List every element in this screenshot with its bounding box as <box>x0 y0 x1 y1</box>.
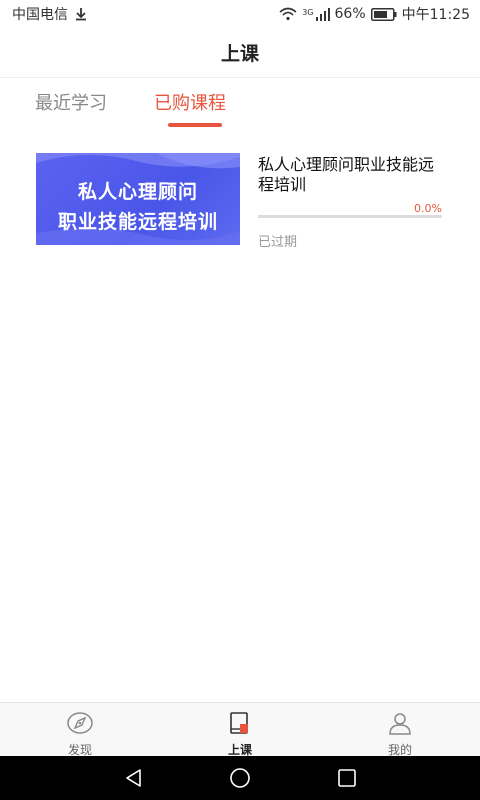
page-header: 上课 <box>0 28 480 78</box>
thumbnail-title-line-2: 职业技能远程培训 <box>57 211 218 233</box>
course-status: 已过期 <box>258 235 298 250</box>
battery-percent: 66% <box>334 6 366 22</box>
course-thumbnail[interactable]: 私人心理顾问 职业技能远程培训 <box>36 153 240 245</box>
battery-icon <box>370 7 397 21</box>
thumbnail-title-line-1: 私人心理顾问 <box>77 181 198 203</box>
progress-percent: 0.0% <box>414 202 442 215</box>
nav-item-discover[interactable]: 发现 <box>40 703 120 757</box>
download-icon <box>74 7 88 21</box>
book-icon <box>228 711 252 739</box>
network-type-label: 3G <box>302 8 314 17</box>
bottom-tab-bar: 发现 上课 我的 <box>0 702 480 757</box>
nav-item-class[interactable]: 上课 <box>200 703 280 757</box>
active-tab-indicator <box>168 123 222 127</box>
progress-bar <box>258 215 442 218</box>
carrier-label: 中国电信 <box>12 7 68 23</box>
tab-recent-learning[interactable]: 最近学习 <box>35 89 107 115</box>
status-bar: 中国电信 3G 66% 中午11:25 <box>0 0 480 28</box>
system-navigation-bar <box>0 756 480 800</box>
compass-icon <box>66 711 94 739</box>
course-tabs: 最近学习 已购课程 <box>0 79 480 131</box>
clock: 中午11:25 <box>401 7 470 23</box>
wifi-icon <box>279 7 297 21</box>
user-icon <box>388 711 412 739</box>
course-title[interactable]: 私人心理顾问职业技能远程培训 <box>258 155 444 195</box>
page-title: 上课 <box>220 43 259 65</box>
nav-item-mine[interactable]: 我的 <box>360 703 440 757</box>
tab-purchased-courses[interactable]: 已购课程 <box>154 89 226 115</box>
signal-icon <box>315 7 330 21</box>
back-icon[interactable] <box>112 756 156 800</box>
home-icon[interactable] <box>218 756 262 800</box>
recent-apps-icon[interactable] <box>325 756 369 800</box>
course-card[interactable]: 私人心理顾问 职业技能远程培训 私人心理顾问职业技能远程培训 0.0% 已过期 <box>36 153 444 250</box>
